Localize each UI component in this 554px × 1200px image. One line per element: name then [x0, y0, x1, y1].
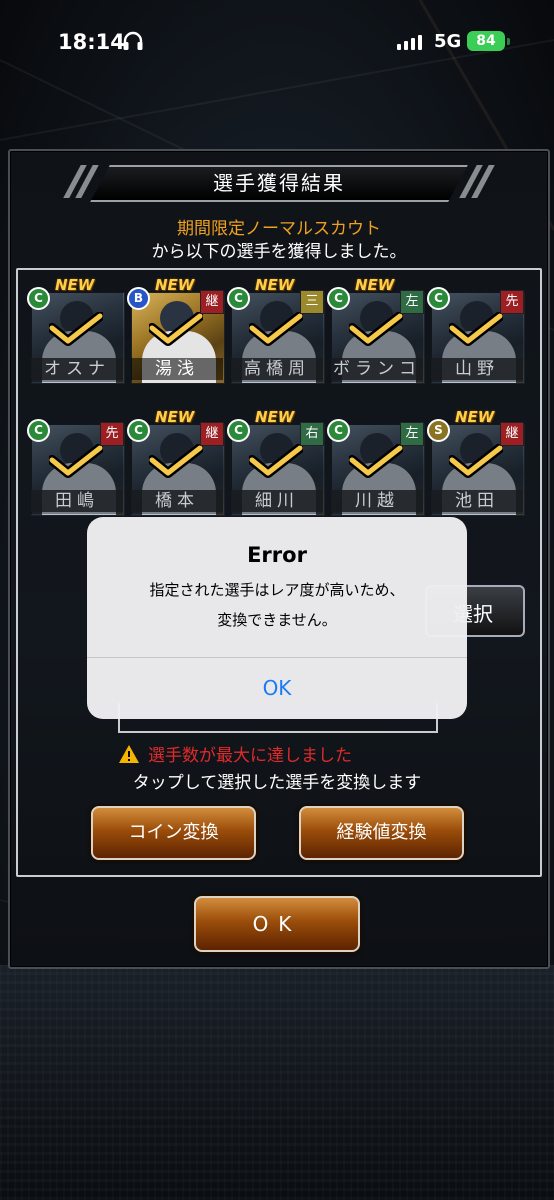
warning-text: 選手数が最大に達しました [148, 746, 352, 766]
player-name: 川越 [331, 490, 423, 512]
player-card[interactable]: 細川 C NEW 右 [227, 408, 325, 516]
player-card[interactable]: 池田 S NEW 継 [427, 408, 525, 516]
warning-icon [119, 744, 139, 763]
network-type: 5G [434, 31, 462, 52]
rank-badge: C [227, 287, 250, 310]
player-name: 細川 [231, 490, 323, 512]
player-card[interactable]: 田嶋 C 先 [27, 414, 125, 516]
player-card[interactable]: 湯浅 B NEW 継 [127, 276, 225, 384]
new-badge: NEW [55, 276, 95, 294]
status-time: 18:14 [58, 30, 125, 54]
checkmark-icon [349, 444, 403, 478]
rank-badge: C [227, 419, 250, 442]
position-badge: 継 [200, 290, 224, 314]
signal-strength-icon [397, 34, 422, 50]
status-bar: 18:14 5G 84 [0, 0, 554, 84]
player-name: ボランコ [331, 358, 423, 380]
position-badge: 右 [300, 422, 324, 446]
position-badge: 先 [100, 422, 124, 446]
position-badge: 継 [200, 422, 224, 446]
position-badge: 三 [300, 290, 324, 314]
checkmark-icon [149, 312, 203, 346]
battery-icon: 84 [467, 31, 510, 51]
coin-convert-button[interactable]: コイン変換 [91, 806, 256, 860]
rank-badge: C [27, 419, 50, 442]
error-alert: Error 指定された選手はレア度が高いため、 変換できません。 OK [87, 517, 467, 719]
checkmark-icon [249, 312, 303, 346]
panel-title: 選手獲得結果 [213, 171, 345, 195]
headphones-icon [123, 31, 143, 50]
rank-badge: C [127, 419, 150, 442]
rank-badge: C [327, 287, 350, 310]
player-card[interactable]: 山野 C 先 [427, 282, 525, 384]
checkmark-icon [49, 312, 103, 346]
player-name: 湯浅 [131, 358, 223, 380]
new-badge: NEW [255, 276, 295, 294]
player-name: 橋本 [131, 490, 223, 512]
new-badge: NEW [155, 408, 195, 426]
rank-badge: C [327, 419, 350, 442]
alert-title: Error [247, 543, 307, 567]
new-badge: NEW [255, 408, 295, 426]
position-badge: 先 [500, 290, 524, 314]
checkmark-icon [349, 312, 403, 346]
ok-button[interactable]: OK [194, 896, 360, 952]
position-badge: 左 [400, 422, 424, 446]
new-badge: NEW [155, 276, 195, 294]
player-name: 山野 [431, 358, 523, 380]
position-badge: 継 [500, 422, 524, 446]
checkmark-icon [49, 444, 103, 478]
checkmark-icon [449, 312, 503, 346]
new-badge: NEW [355, 276, 395, 294]
player-card[interactable]: オスナ C NEW [27, 276, 125, 384]
player-name: オスナ [31, 358, 123, 380]
scout-name: 期間限定ノーマルスカウト [177, 219, 381, 239]
new-badge: NEW [455, 408, 495, 426]
rank-badge: C [427, 287, 450, 310]
rank-badge: S [427, 419, 450, 442]
title-bar: 選手獲得結果 [63, 165, 495, 202]
rank-badge: C [27, 287, 50, 310]
player-card[interactable]: 高橋周 C NEW 三 [227, 276, 325, 384]
exp-convert-button[interactable]: 経験値変換 [299, 806, 464, 860]
checkmark-icon [449, 444, 503, 478]
player-name: 高橋周 [231, 358, 323, 380]
player-card[interactable]: 橋本 C NEW 継 [127, 408, 225, 516]
position-badge: 左 [400, 290, 424, 314]
player-name: 田嶋 [31, 490, 123, 512]
hint-text: タップして選択した選手を変換します [132, 773, 422, 793]
player-card[interactable]: 川越 C 左 [327, 414, 425, 516]
alert-message-line2: 変換できません。 [217, 611, 337, 629]
checkmark-icon [149, 444, 203, 478]
player-name: 池田 [431, 490, 523, 512]
rank-badge: B [127, 287, 150, 310]
alert-ok-button[interactable]: OK [87, 658, 467, 719]
scout-message: から以下の選手を獲得しました。 [151, 242, 407, 262]
checkmark-icon [249, 444, 303, 478]
player-card[interactable]: ボランコ C NEW 左 [327, 276, 425, 384]
warning-message: 選手数が最大に達しました [118, 741, 352, 766]
alert-message-line1: 指定された選手はレア度が高いため、 [149, 581, 405, 599]
stadium-crowd-background [0, 965, 554, 1200]
